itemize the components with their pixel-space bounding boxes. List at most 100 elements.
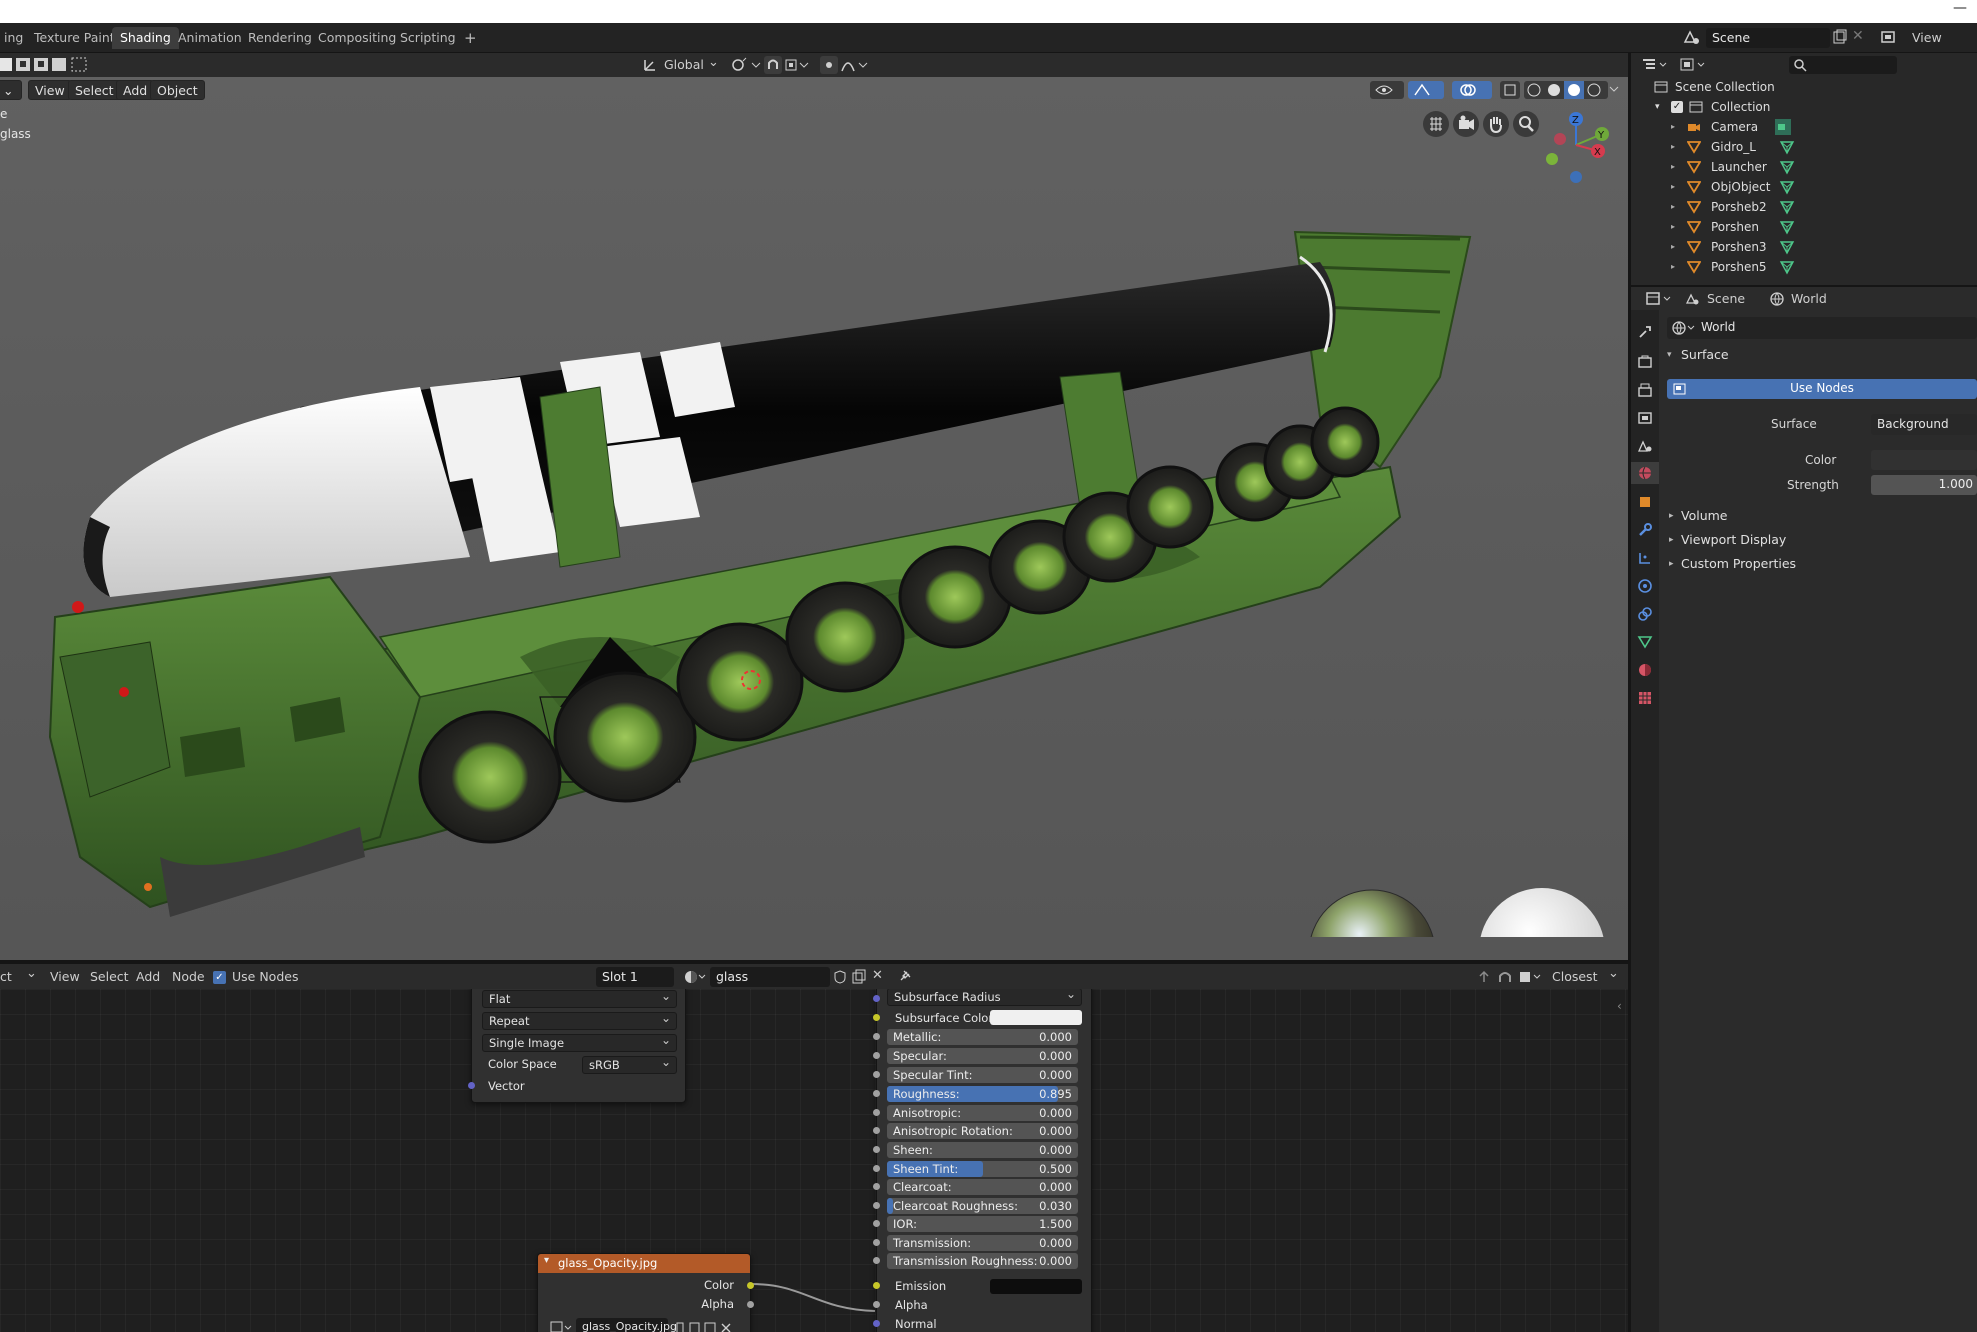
bsdf-value-slider[interactable]: Sheen: 0.000 xyxy=(887,1142,1078,1158)
viewport-shading-controls[interactable] xyxy=(1370,80,1620,100)
chevron-down-icon[interactable]: ⌄ xyxy=(26,966,37,981)
pin-icon[interactable] xyxy=(897,968,913,984)
bsdf-value-slider[interactable]: Anisotropic Rotation: 0.000 xyxy=(887,1123,1078,1139)
tool-tab-icon[interactable] xyxy=(1637,324,1653,340)
parent-node-tree-icon[interactable] xyxy=(1476,969,1492,985)
bsdf-input-socket[interactable] xyxy=(873,1052,880,1059)
properties-editor-type-icon[interactable] xyxy=(1645,290,1675,308)
bsdf-value-slider[interactable]: Specular Tint: 0.000 xyxy=(887,1067,1078,1083)
camera-data-icon[interactable] xyxy=(1775,119,1791,135)
bsdf-value-slider[interactable]: IOR: 1.500 xyxy=(887,1216,1078,1232)
use-nodes-button[interactable]: Use Nodes xyxy=(1667,379,1977,399)
extension-dropdown[interactable]: Repeat xyxy=(482,1010,677,1030)
snap-mode-dropdown[interactable]: Closest xyxy=(1552,967,1597,987)
bsdf-value-slider[interactable]: Specular: 0.000 xyxy=(887,1048,1078,1064)
editor-type-label[interactable]: ct xyxy=(0,967,12,987)
snap-node-icon[interactable] xyxy=(1496,968,1514,986)
outliner-item[interactable]: ▸ Gidro_L xyxy=(1631,137,1977,157)
bsdf-input-socket[interactable] xyxy=(873,1257,880,1264)
mesh-data-icon[interactable] xyxy=(1779,139,1795,155)
viewport-display-expand-icon[interactable]: ▸ xyxy=(1669,535,1674,545)
tab-texture-paint[interactable]: Texture Paint xyxy=(26,27,123,49)
proportional-editing-icon[interactable] xyxy=(820,56,838,74)
expand-chevron-icon[interactable]: ▸ xyxy=(1671,157,1675,177)
outliner-scene-collection[interactable]: Scene Collection xyxy=(1631,77,1977,97)
node-editor-canvas[interactable]: ‹ Flat Repeat Single Image Color Space s… xyxy=(0,989,1628,1332)
bsdf-input-socket[interactable] xyxy=(873,1090,880,1097)
tab-animation[interactable]: Animation xyxy=(170,27,250,49)
editor-type-chevron-icon[interactable]: ⌄ xyxy=(0,80,22,100)
expand-chevron-icon[interactable]: ▸ xyxy=(1671,257,1675,277)
add-workspace-icon[interactable]: + xyxy=(456,27,485,49)
bsdf-value-slider[interactable]: Roughness: 0.895 xyxy=(887,1086,1078,1102)
hand-pan-icon[interactable] xyxy=(1483,111,1509,137)
particles-tab-icon[interactable] xyxy=(1637,550,1653,566)
unlink-material-icon[interactable]: ✕ xyxy=(872,968,883,983)
bsdf-input-socket[interactable] xyxy=(873,1109,880,1116)
viewport-menu-object[interactable]: Object xyxy=(150,80,205,100)
physics-tab-icon[interactable] xyxy=(1637,578,1653,594)
custom-properties-section[interactable]: Custom Properties xyxy=(1681,556,1796,571)
mesh-data-icon[interactable] xyxy=(1779,239,1795,255)
outliner-item[interactable]: ▸ Porsheb2 xyxy=(1631,197,1977,217)
subsurface-color-swatch[interactable] xyxy=(990,1010,1082,1025)
use-nodes-checkbox[interactable]: ✓ xyxy=(213,971,226,984)
opacity-image-node[interactable]: ▾ glass_Opacity.jpg Color Alpha glass_Op… xyxy=(537,1253,754,1332)
falloff-icon[interactable] xyxy=(840,57,872,73)
world-context-label[interactable]: World xyxy=(1791,289,1827,309)
duplicate-material-icon[interactable] xyxy=(851,969,867,985)
source-dropdown[interactable]: Single Image xyxy=(482,1032,677,1052)
surface-expand-icon[interactable]: ▾ xyxy=(1667,350,1672,360)
image-actions-icons[interactable] xyxy=(674,1320,734,1332)
node-menu-select[interactable]: Select xyxy=(90,967,129,987)
bsdf-value-slider[interactable]: Clearcoat Roughness: 0.030 xyxy=(887,1198,1078,1214)
bsdf-input-socket[interactable] xyxy=(873,1183,880,1190)
world-color-swatch[interactable] xyxy=(1871,450,1977,470)
toggle-ortho-grid-icon[interactable] xyxy=(1423,111,1449,137)
volume-expand-icon[interactable]: ▸ xyxy=(1669,511,1674,521)
volume-section[interactable]: Volume xyxy=(1681,508,1728,523)
bsdf-input-socket[interactable] xyxy=(873,1127,880,1134)
outliner-item[interactable]: ▸ Porshen xyxy=(1631,217,1977,237)
fake-user-shield-icon[interactable] xyxy=(832,969,848,985)
subsurface-radius-dropdown[interactable]: Subsurface Radius xyxy=(887,989,1082,1006)
alpha-output-socket[interactable] xyxy=(747,1301,754,1308)
select-mode-icons[interactable] xyxy=(0,56,90,74)
expand-chevron-icon[interactable]: ▸ xyxy=(1671,137,1675,157)
outliner-item[interactable]: ▸ ObjObject xyxy=(1631,177,1977,197)
outliner-item[interactable]: ▸ Porshen5 xyxy=(1631,257,1977,277)
area-separator[interactable] xyxy=(0,960,1628,963)
mesh-data-icon[interactable] xyxy=(1779,199,1795,215)
node-menu-node[interactable]: Node xyxy=(172,967,205,987)
image-name-field[interactable]: glass_Opacity.jpg xyxy=(576,1318,677,1332)
output-tab-icon[interactable] xyxy=(1637,382,1653,398)
expand-chevron-icon[interactable]: ▸ xyxy=(1671,197,1675,217)
viewport-menu-select[interactable]: Select xyxy=(68,80,121,100)
image-texture-node[interactable]: Flat Repeat Single Image Color Space sRG… xyxy=(468,989,686,1103)
mesh-data-icon[interactable] xyxy=(1779,179,1795,195)
custom-properties-expand-icon[interactable]: ▸ xyxy=(1669,559,1674,569)
bsdf-input-socket[interactable] xyxy=(873,1165,880,1172)
tab-shading[interactable]: Shading xyxy=(112,27,179,49)
material-browse-icon[interactable] xyxy=(683,968,707,986)
subsurface-color-socket[interactable] xyxy=(873,1014,880,1021)
scene-props-tab-icon[interactable] xyxy=(1637,438,1653,454)
scene-context-label[interactable]: Scene xyxy=(1707,289,1745,309)
close-scene-icon[interactable]: ✕ xyxy=(1852,28,1864,44)
snap-element-icon[interactable] xyxy=(1518,968,1546,986)
chevron-down-icon[interactable]: ⌄ xyxy=(1608,966,1619,981)
bsdf-value-slider[interactable]: Transmission Roughness: 0.000 xyxy=(887,1253,1078,1269)
transform-orientation-dropdown[interactable]: Global xyxy=(664,55,704,75)
view-layer-icon[interactable] xyxy=(1879,28,1899,48)
scene-icon[interactable] xyxy=(1682,28,1702,48)
emission-socket[interactable] xyxy=(873,1282,880,1289)
outliner-search-input[interactable] xyxy=(1789,56,1897,74)
material-name-field[interactable]: glass xyxy=(710,967,830,987)
outliner-item[interactable]: ▸ Porshen3 xyxy=(1631,237,1977,257)
sidebar-toggle-chevron-icon[interactable]: ‹ xyxy=(1617,999,1622,1013)
subsurface-radius-socket[interactable] xyxy=(873,995,880,1002)
tab-scripting[interactable]: Scripting xyxy=(392,27,464,49)
object-data-tab-icon[interactable] xyxy=(1637,634,1653,650)
minimize-icon[interactable]: — xyxy=(1953,1,1969,18)
bsdf-input-socket[interactable] xyxy=(873,1202,880,1209)
